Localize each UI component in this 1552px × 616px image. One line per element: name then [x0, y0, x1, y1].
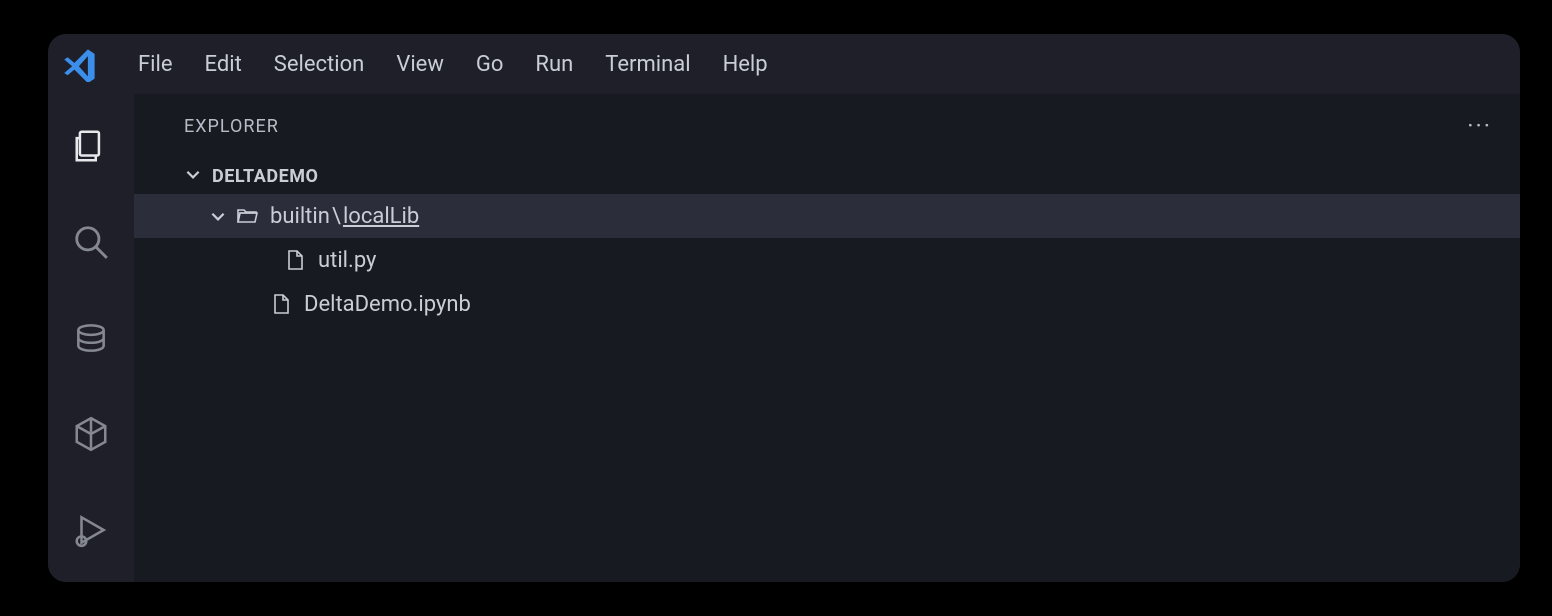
vscode-window: File Edit Selection View Go Run Terminal… — [48, 34, 1520, 582]
chevron-down-icon — [184, 165, 202, 188]
file-row-notebook[interactable]: DeltaDemo.ipynb — [134, 282, 1520, 326]
menu-terminal[interactable]: Terminal — [589, 46, 706, 83]
vscode-logo-icon — [62, 46, 98, 82]
chevron-down-icon — [208, 207, 228, 225]
explorer-icon[interactable] — [71, 126, 111, 166]
folder-row-locallib[interactable]: builtin \ localLib — [134, 194, 1520, 238]
file-icon — [282, 247, 308, 273]
menu-edit[interactable]: Edit — [189, 46, 258, 83]
menu-selection[interactable]: Selection — [258, 46, 381, 83]
menu-run[interactable]: Run — [519, 46, 589, 83]
explorer-header: EXPLORER ··· — [134, 94, 1520, 158]
body-area: EXPLORER ··· DELTADEMO — [48, 94, 1520, 582]
menu-help[interactable]: Help — [707, 46, 784, 83]
folder-open-icon — [234, 203, 260, 229]
menubar: File Edit Selection View Go Run Terminal… — [48, 34, 1520, 94]
folder-label-prefix: builtin — [270, 204, 330, 229]
menu-view[interactable]: View — [380, 46, 460, 83]
workspace-section-header[interactable]: DELTADEMO — [134, 158, 1520, 194]
run-debug-icon[interactable] — [71, 510, 111, 550]
menu-go[interactable]: Go — [460, 46, 520, 83]
source-control-icon[interactable] — [71, 318, 111, 358]
file-icon — [268, 291, 294, 317]
explorer-panel: EXPLORER ··· DELTADEMO — [134, 94, 1520, 582]
folder-label-name: localLib — [343, 204, 419, 229]
explorer-more-icon[interactable]: ··· — [1467, 112, 1492, 140]
file-row-util[interactable]: util.py — [134, 238, 1520, 282]
file-label: util.py — [318, 248, 376, 273]
path-separator: \ — [332, 204, 341, 229]
workspace-name: DELTADEMO — [212, 166, 318, 187]
file-label: DeltaDemo.ipynb — [304, 292, 471, 317]
search-icon[interactable] — [71, 222, 111, 262]
file-tree: builtin \ localLib util.py — [134, 194, 1520, 326]
extensions-icon[interactable] — [71, 414, 111, 454]
explorer-title: EXPLORER — [184, 116, 279, 137]
menu-file[interactable]: File — [122, 46, 189, 83]
activity-bar — [48, 94, 134, 582]
